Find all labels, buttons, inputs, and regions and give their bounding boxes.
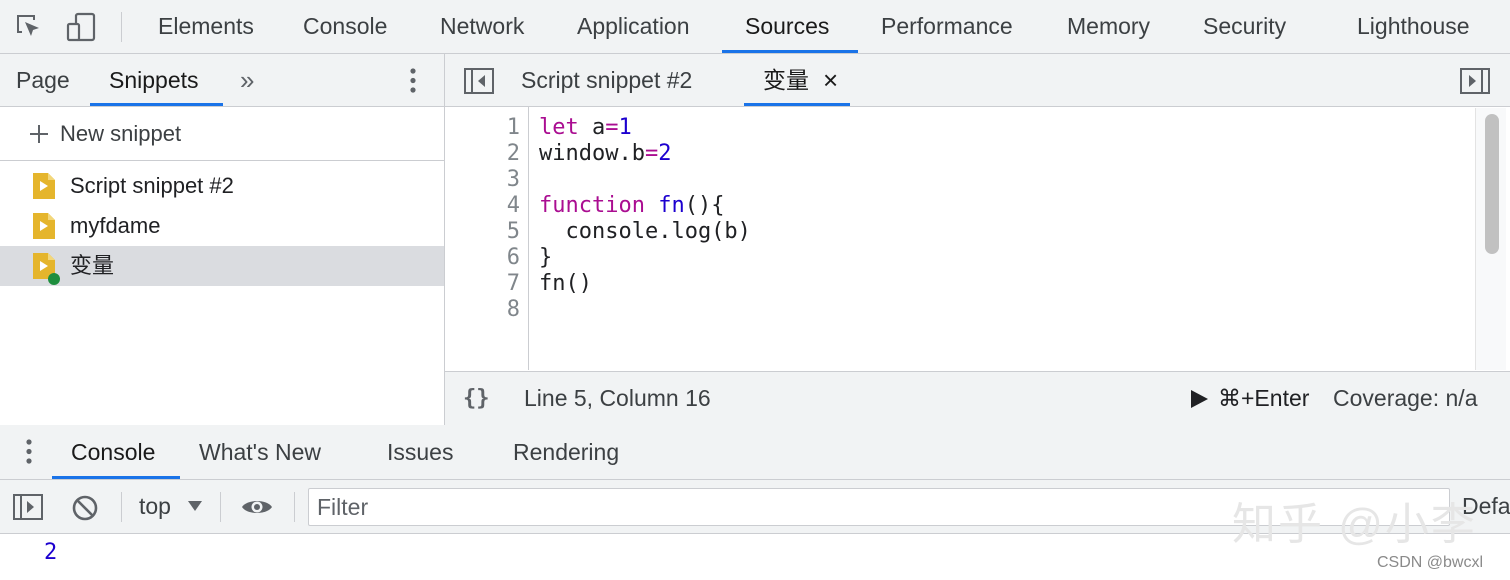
devtools-main-toolbar: Elements Console Network Application Sou… — [0, 0, 1510, 54]
live-expression-eye-icon[interactable] — [240, 496, 274, 518]
navigator-menu-icon[interactable] — [403, 66, 423, 96]
navigator-tab-snippets[interactable]: Snippets — [109, 54, 199, 106]
drawer-tab-rendering[interactable]: Rendering — [513, 425, 619, 479]
context-selector[interactable]: top — [139, 480, 209, 533]
snippet-item-variables-selected[interactable]: 变量 — [0, 246, 444, 286]
run-snippet-button[interactable]: ⌘+Enter — [1187, 372, 1315, 425]
snippet-item-label: myfdame — [70, 213, 161, 238]
play-icon — [1191, 390, 1208, 408]
tab-elements[interactable]: Elements — [158, 0, 254, 53]
modified-dot-icon — [48, 273, 60, 285]
tab-lighthouse[interactable]: Lighthouse — [1357, 0, 1470, 53]
tab-console[interactable]: Console — [303, 0, 387, 53]
toolbar-separator — [220, 492, 221, 522]
line-number: 5 — [506, 219, 520, 244]
tab-performance[interactable]: Performance — [881, 0, 1013, 53]
editor-scrollbar-thumb[interactable] — [1485, 114, 1499, 254]
snippet-file-icon — [33, 173, 55, 199]
tab-sources[interactable]: Sources — [745, 0, 829, 53]
line-number: 7 — [506, 271, 520, 296]
code-line: } — [539, 245, 553, 270]
line-number: 6 — [506, 245, 520, 270]
navigator-active-indicator — [90, 103, 223, 106]
snippet-item-label: 变量 — [70, 253, 115, 278]
line-number: 8 — [506, 297, 520, 322]
snippet-item-script-snippet-2[interactable]: Script snippet #2 — [0, 166, 444, 206]
code-line: console.log(b) — [539, 219, 751, 244]
plus-icon — [30, 125, 48, 143]
drawer-tab-whats-new[interactable]: What's New — [199, 425, 321, 479]
navigator-tab-page[interactable]: Page — [16, 54, 70, 106]
line-number-gutter: 1 2 3 4 5 6 7 8 — [445, 107, 529, 370]
coverage-status: Coverage: n/a — [1333, 385, 1478, 411]
console-log-value: 2 — [44, 540, 58, 565]
inspect-element-icon[interactable] — [12, 10, 46, 44]
line-number: 2 — [506, 141, 520, 166]
zhihu-watermark: 知乎 @小李 — [1232, 500, 1477, 549]
tab-network[interactable]: Network — [440, 0, 524, 53]
active-tab-indicator — [722, 50, 858, 53]
context-selector-label: top — [139, 493, 171, 519]
run-shortcut-label: ⌘+Enter — [1218, 385, 1310, 411]
code-editor[interactable]: 1 2 3 4 5 6 7 8 let a=1 window.b=2 funct… — [445, 107, 1510, 370]
csdn-watermark: CSDN @bwcxl — [1377, 554, 1484, 571]
snippet-item-label: Script snippet #2 — [70, 173, 234, 198]
new-snippet-button[interactable]: New snippet — [0, 107, 444, 161]
toolbar-separator — [121, 492, 122, 522]
pretty-print-icon[interactable]: {} — [463, 372, 490, 425]
snippet-file-icon — [33, 213, 55, 239]
code-line: fn() — [539, 271, 592, 296]
editor-status-bar: {} Line 5, Column 16 ⌘+Enter Coverage: n… — [445, 371, 1510, 426]
clear-console-icon[interactable] — [71, 494, 99, 522]
editor-tab-variables[interactable]: 变量 — [763, 54, 809, 106]
more-tabs-chevron-icon[interactable]: » — [240, 54, 254, 106]
drawer-tab-issues[interactable]: Issues — [387, 425, 453, 479]
toolbar-separator — [121, 12, 122, 42]
editor-active-tab-indicator — [744, 103, 850, 106]
tab-memory[interactable]: Memory — [1067, 0, 1150, 53]
toggle-navigator-icon[interactable] — [463, 67, 495, 95]
drawer-tab-console[interactable]: Console — [71, 425, 155, 479]
code-line: window.b=2 — [539, 141, 672, 166]
navigator-tabbar: Page Snippets » — [0, 54, 444, 107]
tab-security[interactable]: Security — [1203, 0, 1286, 53]
drawer-menu-icon[interactable] — [19, 437, 39, 467]
snippets-panel: New snippet Script snippet #2 myfdame 变量 — [0, 107, 444, 424]
code-line: let a=1 — [539, 115, 632, 140]
editor-tabbar: Script snippet #2 变量 × — [445, 54, 1510, 107]
drawer-tabbar: Console What's New Issues Rendering — [0, 425, 1510, 480]
editor-tab-script-snippet-2[interactable]: Script snippet #2 — [521, 54, 692, 106]
dropdown-triangle-icon — [188, 501, 202, 511]
line-number: 1 — [506, 115, 520, 140]
drawer-active-indicator — [52, 476, 180, 479]
tab-application[interactable]: Application — [577, 0, 690, 53]
show-sidebar-icon[interactable] — [12, 493, 44, 521]
line-number: 3 — [506, 167, 520, 192]
snippet-item-myfdame[interactable]: myfdame — [0, 206, 444, 246]
code-line: function fn(){ — [539, 193, 725, 218]
cursor-position: Line 5, Column 16 — [524, 385, 711, 411]
new-snippet-label: New snippet — [60, 121, 182, 146]
toolbar-separator — [294, 492, 295, 522]
toggle-debugger-icon[interactable] — [1459, 67, 1491, 95]
close-tab-icon[interactable]: × — [823, 54, 838, 106]
device-toggle-icon[interactable] — [64, 10, 98, 44]
line-number: 4 — [506, 193, 520, 218]
